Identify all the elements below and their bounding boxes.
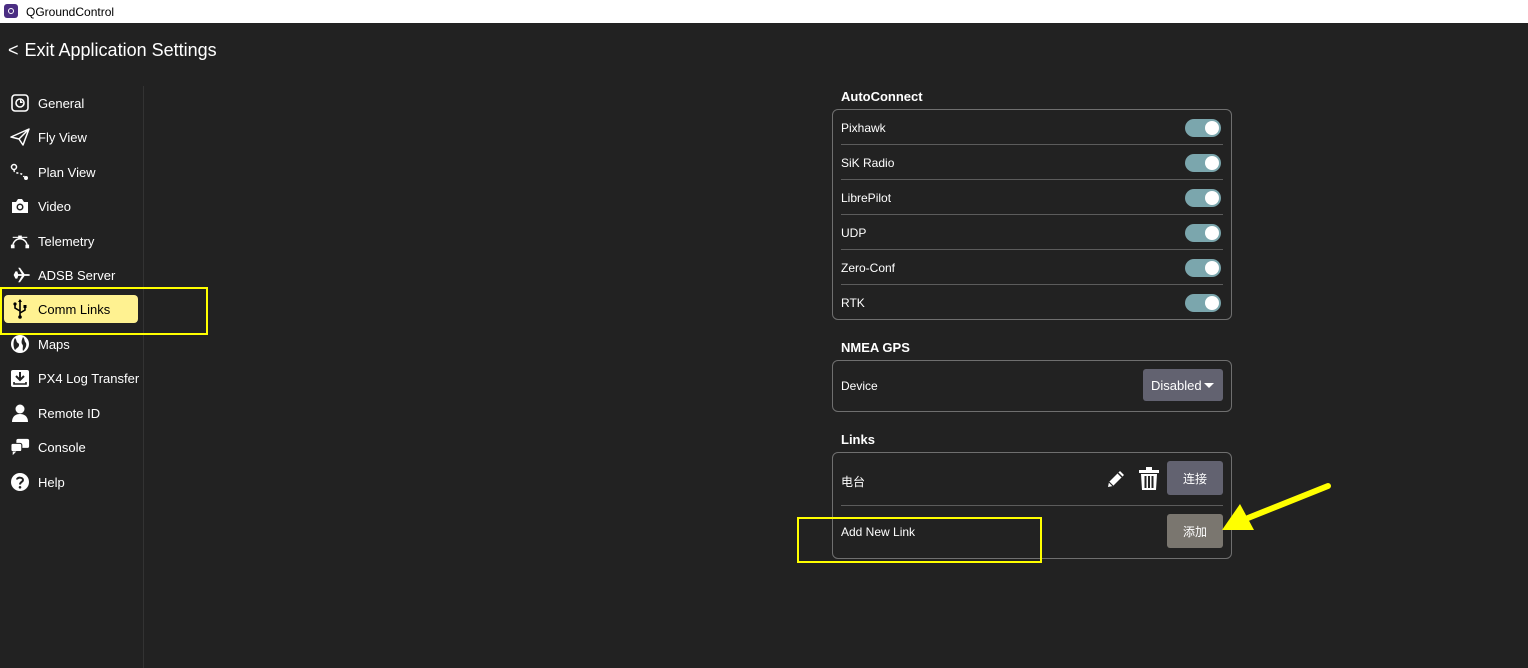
camera-icon: [10, 197, 30, 215]
sidebar-item-label: Telemetry: [38, 234, 95, 249]
sidebar-item-label: PX4 Log Transfer: [38, 371, 140, 386]
librepilot-toggle[interactable]: [1185, 189, 1221, 207]
person-icon: [10, 404, 30, 422]
toggle-knob: [1205, 191, 1219, 205]
autoconnect-row-rtk: RTK: [841, 294, 1221, 314]
udp-toggle[interactable]: [1185, 224, 1221, 242]
nmea-gps-title: NMEA GPS: [841, 340, 910, 355]
sidebar-item-label: Video: [38, 199, 72, 214]
chevron-down-icon: [1204, 383, 1214, 388]
autoconnect-row-pixhawk: Pixhawk: [841, 119, 1221, 139]
autoconnect-label: RTK: [841, 296, 865, 310]
sidebar-item-fly-view[interactable]: Fly View: [4, 123, 138, 151]
globe-icon: [10, 335, 30, 353]
download-icon: [10, 369, 30, 387]
links-title: Links: [841, 432, 875, 447]
device-label: Device: [841, 379, 878, 393]
sidebar-item-px4-log-transfer[interactable]: PX4 Log Transfer: [4, 364, 140, 392]
row-divider: [841, 284, 1223, 285]
window-title-bar: QGroundControl: [0, 0, 1528, 23]
sidebar-item-remote-id[interactable]: Remote ID: [4, 399, 138, 427]
chat-icon: [10, 438, 30, 456]
autoconnect-row-librepilot: LibrePilot: [841, 189, 1221, 209]
rtk-toggle[interactable]: [1185, 294, 1221, 312]
autoconnect-label: LibrePilot: [841, 191, 892, 205]
sidebar-divider: [143, 86, 144, 668]
edit-link-icon[interactable]: [1105, 468, 1127, 495]
back-chevron-icon: <: [8, 40, 19, 60]
sidebar-item-label: Maps: [38, 337, 70, 352]
window-title: QGroundControl: [26, 5, 115, 19]
autoconnect-label: UDP: [841, 226, 867, 240]
sidebar-item-label: General: [38, 96, 85, 111]
pixhawk-toggle[interactable]: [1185, 119, 1221, 137]
toggle-knob: [1205, 296, 1219, 310]
sidebar-item-label: Fly View: [38, 130, 87, 145]
autoconnect-panel: Pixhawk SiK Radio LibrePilot UDP Zero-Co…: [832, 109, 1232, 320]
sik-radio-toggle[interactable]: [1185, 154, 1221, 172]
airplane-icon: [10, 266, 30, 284]
row-divider: [841, 249, 1223, 250]
exit-settings-button[interactable]: < Exit Application Settings: [8, 40, 217, 61]
sidebar-item-general[interactable]: General: [4, 89, 138, 117]
sidebar-item-label: Remote ID: [38, 406, 101, 421]
annotation-arrow-icon: [1222, 483, 1331, 530]
sidebar-item-label: Console: [38, 440, 86, 455]
row-divider: [841, 179, 1223, 180]
sidebar-item-adsb-server[interactable]: ADSB Server: [4, 261, 138, 289]
sidebar-item-label: Plan View: [38, 165, 96, 180]
qgroundcontrol-logo-icon: [4, 4, 18, 18]
nmea-gps-panel: Device Disabled: [832, 360, 1232, 412]
zero-conf-toggle[interactable]: [1185, 259, 1221, 277]
general-icon: [10, 94, 30, 112]
autoconnect-row-sik-radio: SiK Radio: [841, 154, 1221, 174]
autoconnect-label: SiK Radio: [841, 156, 895, 170]
telemetry-icon: [10, 232, 30, 250]
autoconnect-label: Pixhawk: [841, 121, 886, 135]
sidebar-item-label: Help: [38, 475, 65, 490]
sidebar-item-plan-view[interactable]: Plan View: [4, 158, 138, 186]
autoconnect-title: AutoConnect: [841, 89, 923, 104]
route-icon: [10, 163, 30, 181]
device-select[interactable]: Disabled: [1143, 369, 1223, 401]
toggle-knob: [1205, 226, 1219, 240]
link-name: 电台: [841, 475, 866, 489]
help-icon: [10, 473, 30, 491]
sidebar-item-console[interactable]: Console: [4, 433, 138, 461]
annotation-highlight-add-new-link: [797, 517, 1042, 563]
toggle-knob: [1205, 121, 1219, 135]
autoconnect-label: Zero-Conf: [841, 261, 896, 275]
sidebar-item-video[interactable]: Video: [4, 192, 138, 220]
device-select-value: Disabled: [1151, 378, 1202, 393]
row-divider: [841, 144, 1223, 145]
toggle-knob: [1205, 156, 1219, 170]
delete-link-icon[interactable]: [1138, 467, 1160, 496]
autoconnect-row-zero-conf: Zero-Conf: [841, 259, 1221, 279]
exit-settings-label: Exit Application Settings: [24, 40, 217, 60]
row-divider: [841, 505, 1223, 506]
row-divider: [841, 214, 1223, 215]
sidebar-item-label: ADSB Server: [38, 268, 116, 283]
toggle-knob: [1205, 261, 1219, 275]
sidebar-item-help[interactable]: Help: [4, 468, 138, 496]
paper-plane-icon: [10, 128, 30, 146]
autoconnect-row-udp: UDP: [841, 224, 1221, 244]
sidebar-item-telemetry[interactable]: Telemetry: [4, 227, 138, 255]
annotation-highlight-comm-links: [0, 287, 208, 335]
